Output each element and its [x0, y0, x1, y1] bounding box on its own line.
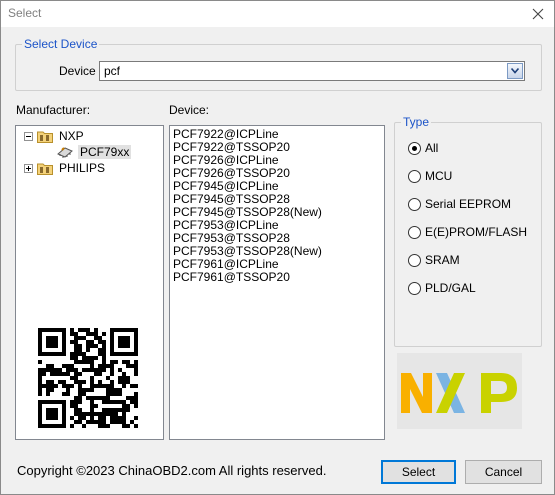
qr-code-image: [38, 328, 138, 428]
radio-label[interactable]: Serial EEPROM: [425, 197, 511, 211]
collapse-icon[interactable]: [24, 131, 33, 141]
device-dropdown-button[interactable]: [507, 63, 523, 79]
radio-label[interactable]: E(E)PROM/FLASH: [425, 225, 527, 239]
radio-label[interactable]: MCU: [425, 169, 452, 183]
radio-button[interactable]: [408, 141, 421, 155]
select-device-legend: Select Device: [22, 37, 100, 51]
type-group: Type All MCU Serial EEPROM E(E)PROM/FLAS…: [394, 115, 542, 347]
radio-mcu[interactable]: MCU: [408, 169, 452, 183]
nxp-logo: [397, 353, 522, 429]
device-list[interactable]: PCF7922@ICPLine PCF7922@TSSOP20 PCF7926@IC…: [169, 125, 385, 440]
tree-node-nxp[interactable]: NXP: [24, 128, 86, 144]
radio-eeprom-flash[interactable]: E(E)PROM/FLASH: [408, 225, 527, 239]
device-list-label: Device:: [169, 103, 210, 117]
copyright-text: Copyright ©2023 ChinaOBD2.com All rights…: [17, 463, 327, 478]
radio-label[interactable]: PLD/GAL: [425, 281, 476, 295]
chip-icon: [57, 147, 73, 158]
radio-button[interactable]: [408, 253, 421, 267]
device-combobox-value[interactable]: pcf: [104, 64, 120, 78]
select-button[interactable]: Select: [381, 460, 456, 484]
cancel-button[interactable]: Cancel: [465, 460, 542, 484]
radio-button[interactable]: [408, 281, 421, 295]
nxp-logo-icon: [401, 373, 517, 413]
device-list-item[interactable]: PCF7961@TSSOP20: [173, 271, 290, 284]
radio-pld-gal[interactable]: PLD/GAL: [408, 281, 476, 295]
type-legend: Type: [401, 115, 432, 129]
manufacturer-tree[interactable]: NXP PCF79xx PHILIPS: [15, 125, 164, 440]
close-icon: [532, 8, 544, 20]
radio-label[interactable]: All: [425, 141, 438, 155]
close-button[interactable]: [528, 4, 548, 24]
folder-icon: [37, 163, 53, 175]
device-combobox[interactable]: pcf: [99, 61, 525, 81]
radio-button[interactable]: [408, 197, 421, 211]
tree-label-nxp[interactable]: NXP: [57, 129, 86, 143]
folder-icon: [37, 131, 53, 143]
radio-all[interactable]: All: [408, 141, 438, 155]
select-device-group: Select Device Device pcf: [15, 37, 542, 91]
radio-button[interactable]: [408, 169, 421, 183]
tree-label-philips[interactable]: PHILIPS: [57, 161, 107, 175]
title-bar: Select: [1, 1, 554, 27]
radio-serial-eeprom[interactable]: Serial EEPROM: [408, 197, 511, 211]
tree-node-philips[interactable]: PHILIPS: [24, 160, 107, 176]
expand-icon[interactable]: [24, 163, 33, 173]
tree-label-pcf79xx[interactable]: PCF79xx: [78, 145, 132, 159]
radio-sram[interactable]: SRAM: [408, 253, 460, 267]
chevron-down-icon: [511, 68, 519, 74]
manufacturer-label: Manufacturer:: [16, 103, 91, 117]
radio-button[interactable]: [408, 225, 421, 239]
device-label: Device: [59, 64, 96, 78]
window-title: Select: [8, 6, 42, 20]
radio-label[interactable]: SRAM: [425, 253, 460, 267]
tree-node-pcf79xx[interactable]: PCF79xx: [56, 144, 132, 160]
select-dialog: Select Select Device Device pcf Manufact…: [0, 0, 555, 495]
